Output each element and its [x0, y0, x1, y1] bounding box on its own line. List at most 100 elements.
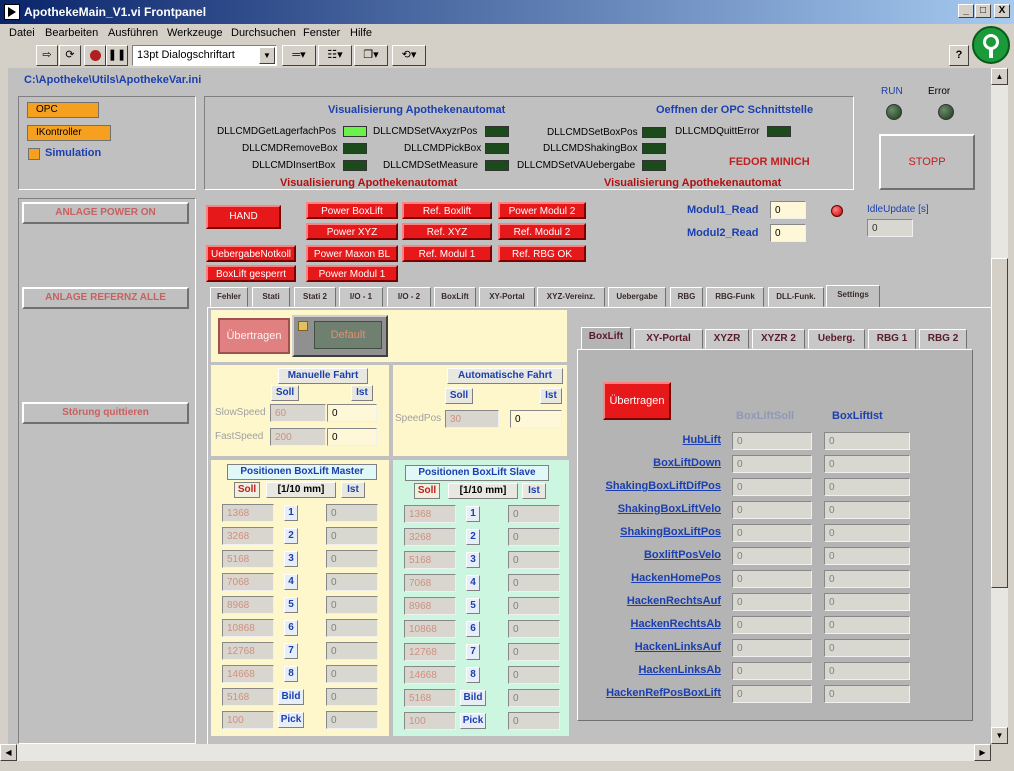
position-goto-button[interactable]: Bild	[460, 690, 486, 706]
vertical-scrollbar[interactable]: ▲ ▼	[991, 68, 1008, 744]
menu-durchsuchen[interactable]: Durchsuchen	[231, 27, 296, 39]
boxlift-soll-input[interactable]: 0	[732, 593, 812, 611]
position-soll-input[interactable]: 12768	[222, 642, 274, 660]
boxlift-soll-input[interactable]: 0	[732, 570, 812, 588]
boxlift-param-button[interactable]: ShakingBoxLiftVelo	[618, 503, 721, 515]
position-goto-button[interactable]: 6	[466, 621, 480, 637]
tab-xy-portal[interactable]: XY-Portal	[479, 287, 535, 307]
align-objects-icon[interactable]: ═▾	[282, 45, 316, 66]
ref-modul-1-button[interactable]: Ref. Modul 1	[402, 245, 492, 262]
tab-fehler[interactable]: Fehler	[210, 287, 248, 307]
default-button[interactable]: Default	[314, 321, 382, 349]
boxlift-param-button[interactable]: ShakingBoxLiftPos	[620, 526, 721, 538]
position-soll-input[interactable]: 100	[404, 712, 456, 730]
tab-settings[interactable]: Settings	[826, 285, 880, 308]
boxlift-param-button[interactable]: HackenRechtsAuf	[627, 595, 721, 607]
position-soll-input[interactable]: 10868	[404, 620, 456, 638]
position-soll-input[interactable]: 3268	[404, 528, 456, 546]
ref-xyz-button[interactable]: Ref. XYZ	[402, 223, 492, 240]
position-goto-button[interactable]: 8	[466, 667, 480, 683]
position-goto-button[interactable]: Pick	[278, 712, 304, 728]
position-soll-input[interactable]: 14668	[404, 666, 456, 684]
scroll-left-icon[interactable]: ◀	[0, 744, 17, 761]
reorder-icon[interactable]: ⟲▾	[392, 45, 426, 66]
inner-tab-ueberg[interactable]: Ueberg.	[808, 329, 865, 349]
fastspeed-soll[interactable]: 200	[270, 428, 326, 446]
menu-datei[interactable]: Datei	[9, 27, 35, 39]
menu-ausfuehren[interactable]: Ausführen	[108, 27, 158, 39]
boxlift-soll-input[interactable]: 0	[732, 478, 812, 496]
stopp-button[interactable]: STOPP	[879, 134, 975, 190]
menu-fenster[interactable]: Fenster	[303, 27, 340, 39]
close-button[interactable]: X	[994, 4, 1010, 18]
power-xyz-button[interactable]: Power XYZ	[306, 223, 398, 240]
inner-tab-xyzr[interactable]: XYZR	[705, 329, 749, 349]
position-soll-input[interactable]: 1368	[222, 504, 274, 522]
anlage-power-on-button[interactable]: ANLAGE POWER ON	[22, 202, 189, 224]
scroll-up-icon[interactable]: ▲	[991, 68, 1008, 85]
boxlift-soll-input[interactable]: 0	[732, 455, 812, 473]
idle-update-input[interactable]: 0	[867, 219, 913, 237]
ref-modul-2-button[interactable]: Ref. Modul 2	[498, 223, 586, 240]
tab-rbg-funk[interactable]: RBG-Funk	[706, 287, 764, 307]
boxlift-param-button[interactable]: BoxliftPosVelo	[644, 549, 721, 561]
position-soll-input[interactable]: 3268	[222, 527, 274, 545]
inner-tab-rbg-2[interactable]: RBG 2	[919, 329, 967, 349]
tab-boxlift[interactable]: BoxLift	[434, 287, 476, 307]
distribute-objects-icon[interactable]: ☷▾	[318, 45, 352, 66]
font-select[interactable]: 13pt Dialogschriftart ▼	[132, 45, 277, 66]
boxlift-param-button[interactable]: HackenRechtsAb	[631, 618, 721, 630]
boxlift-soll-input[interactable]: 0	[732, 662, 812, 680]
boxlift-param-button[interactable]: HackenRefPosBoxLift	[606, 687, 721, 699]
horizontal-scrollbar[interactable]: ◀ ▶	[0, 744, 991, 761]
power-modul-1-button[interactable]: Power Modul 1	[306, 265, 398, 282]
speedpos-soll[interactable]: 30	[445, 410, 499, 428]
tab-io-1[interactable]: I/O - 1	[339, 287, 383, 307]
tab-stati[interactable]: Stati	[252, 287, 290, 307]
boxlift-soll-input[interactable]: 0	[732, 616, 812, 634]
position-goto-button[interactable]: 3	[466, 552, 480, 568]
position-goto-button[interactable]: 5	[466, 598, 480, 614]
tab-xyz-vereinz[interactable]: XYZ-Vereinz.	[537, 287, 605, 307]
inner-tab-rbg-1[interactable]: RBG 1	[868, 329, 916, 349]
tab-rbg[interactable]: RBG	[670, 287, 703, 307]
boxlift-soll-input[interactable]: 0	[732, 432, 812, 450]
tab-uebergabe[interactable]: Uebergabe	[608, 287, 666, 307]
position-goto-button[interactable]: 4	[284, 574, 298, 590]
position-goto-button[interactable]: 2	[284, 528, 298, 544]
position-soll-input[interactable]: 14668	[222, 665, 274, 683]
position-soll-input[interactable]: 5168	[404, 551, 456, 569]
position-soll-input[interactable]: 5168	[222, 688, 274, 706]
menu-hilfe[interactable]: Hilfe	[350, 27, 372, 39]
menu-bearbeiten[interactable]: Bearbeiten	[45, 27, 98, 39]
slowspeed-soll[interactable]: 60	[270, 404, 326, 422]
position-soll-input[interactable]: 5168	[404, 689, 456, 707]
position-soll-input[interactable]: 8968	[222, 596, 274, 614]
position-goto-button[interactable]: 5	[284, 597, 298, 613]
position-goto-button[interactable]: Bild	[278, 689, 304, 705]
inner-tab-xy-portal[interactable]: XY-Portal	[634, 329, 703, 349]
inner-tab-boxlift[interactable]: BoxLift	[581, 327, 631, 350]
maximize-button[interactable]: □	[975, 4, 991, 18]
position-goto-button[interactable]: Pick	[460, 713, 486, 729]
boxlift-soll-input[interactable]: 0	[732, 547, 812, 565]
scroll-thumb[interactable]	[991, 258, 1008, 588]
boxlift-param-button[interactable]: ShakingBoxLiftDifPos	[605, 480, 721, 492]
position-soll-input[interactable]: 10868	[222, 619, 274, 637]
hand-button[interactable]: HAND	[206, 205, 281, 229]
boxlift-soll-input[interactable]: 0	[732, 685, 812, 703]
minimize-button[interactable]: _	[958, 4, 974, 18]
scroll-down-icon[interactable]: ▼	[991, 727, 1008, 744]
abort-icon[interactable]	[84, 45, 106, 66]
position-goto-button[interactable]: 8	[284, 666, 298, 682]
position-goto-button[interactable]: 1	[466, 506, 480, 522]
boxlift-soll-input[interactable]: 0	[732, 639, 812, 657]
position-goto-button[interactable]: 2	[466, 529, 480, 545]
boxlift-param-button[interactable]: HackenHomePos	[631, 572, 721, 584]
stoerung-quittieren-button[interactable]: Störung quittieren	[22, 402, 189, 424]
position-soll-input[interactable]: 8968	[404, 597, 456, 615]
tab-io-2[interactable]: I/O - 2	[387, 287, 431, 307]
tab-dll-funk[interactable]: DLL-Funk.	[768, 287, 824, 307]
power-modul-2-button[interactable]: Power Modul 2	[498, 202, 586, 219]
position-goto-button[interactable]: 6	[284, 620, 298, 636]
